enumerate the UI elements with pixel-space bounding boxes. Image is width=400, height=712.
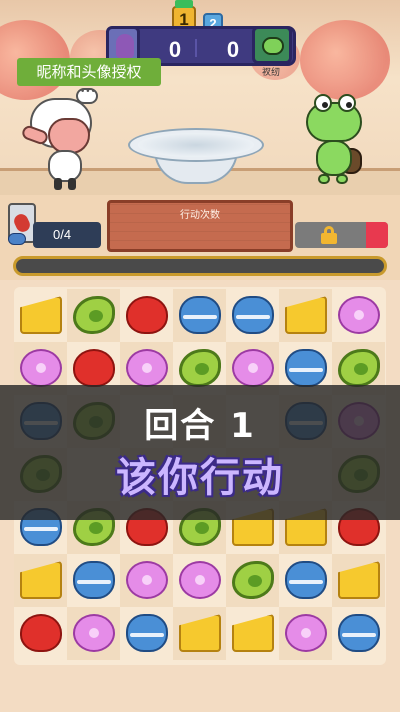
card-icon[interactable] (8, 203, 36, 245)
opponent-avatar[interactable] (252, 26, 292, 64)
heart-tile[interactable] (73, 349, 115, 387)
score-divider (195, 39, 209, 57)
bowl (128, 128, 264, 192)
board-cell[interactable] (173, 607, 226, 660)
sheep-character (18, 92, 108, 192)
moves-counter: 0/4 (33, 222, 101, 248)
board-cell[interactable] (173, 554, 226, 607)
board-cell[interactable] (67, 607, 120, 660)
board-cell[interactable] (14, 554, 67, 607)
avocado-tile[interactable] (179, 349, 221, 387)
cheese-tile[interactable] (232, 614, 274, 652)
heart-tile[interactable] (126, 296, 168, 334)
bottom-area (0, 668, 400, 712)
cheese-tile[interactable] (338, 561, 380, 599)
board-cell[interactable] (226, 289, 279, 342)
board-cell[interactable] (14, 607, 67, 660)
macaron-tile[interactable] (179, 296, 221, 334)
macaron-tile[interactable] (338, 614, 380, 652)
board-cell[interactable] (120, 607, 173, 660)
board-cell[interactable] (67, 554, 120, 607)
action-panel-label: 行动次数 (180, 210, 220, 221)
macaron-tile[interactable] (285, 349, 327, 387)
avocado-tile[interactable] (73, 296, 115, 334)
donut-tile[interactable] (20, 349, 62, 387)
donut-tile[interactable] (126, 561, 168, 599)
ghost-icon (116, 34, 134, 58)
board-cell[interactable] (279, 607, 332, 660)
macaron-tile[interactable] (73, 561, 115, 599)
score-left: 0 (168, 37, 182, 62)
board-cell[interactable] (67, 289, 120, 342)
board-cell[interactable] (173, 289, 226, 342)
board-cell[interactable] (120, 554, 173, 607)
frog-icon (262, 37, 284, 55)
cheese-tile[interactable] (20, 561, 62, 599)
lantern-decoration (300, 20, 390, 100)
locked-skill-bar[interactable] (295, 222, 388, 248)
board-cell[interactable] (332, 607, 385, 660)
board-cell[interactable] (226, 554, 279, 607)
macaron-tile[interactable] (285, 561, 327, 599)
your-turn-text: 该你行动 (116, 455, 284, 501)
lock-icon (321, 226, 337, 244)
donut-tile[interactable] (285, 614, 327, 652)
donut-tile[interactable] (126, 349, 168, 387)
opponent-name: 衩纫 (262, 68, 281, 78)
heart-tile[interactable] (20, 614, 62, 652)
cheese-tile[interactable] (285, 296, 327, 334)
donut-tile[interactable] (73, 614, 115, 652)
cheese-tile[interactable] (179, 614, 221, 652)
avocado-tile[interactable] (232, 561, 274, 599)
board-cell[interactable] (279, 289, 332, 342)
donut-tile[interactable] (232, 349, 274, 387)
score-right: 0 (226, 37, 240, 62)
board-cell[interactable] (332, 289, 385, 342)
round-title: 回合 1 (144, 406, 256, 446)
frog-character (300, 92, 370, 192)
avocado-tile[interactable] (338, 349, 380, 387)
board-cell[interactable] (120, 289, 173, 342)
board-cell[interactable] (332, 554, 385, 607)
macaron-tile[interactable] (126, 614, 168, 652)
progress-bar (13, 256, 387, 276)
donut-tile[interactable] (179, 561, 221, 599)
nickname-avatar-auth-button[interactable]: 昵称和头像授权 (17, 58, 161, 86)
action-panel: 行动次数 (107, 200, 293, 252)
speech-bubble-icon (76, 87, 98, 104)
cheese-tile[interactable] (20, 296, 62, 334)
macaron-tile[interactable] (232, 296, 274, 334)
board-cell[interactable] (226, 607, 279, 660)
board-cell[interactable] (14, 289, 67, 342)
board-cell[interactable] (279, 554, 332, 607)
donut-tile[interactable] (338, 296, 380, 334)
